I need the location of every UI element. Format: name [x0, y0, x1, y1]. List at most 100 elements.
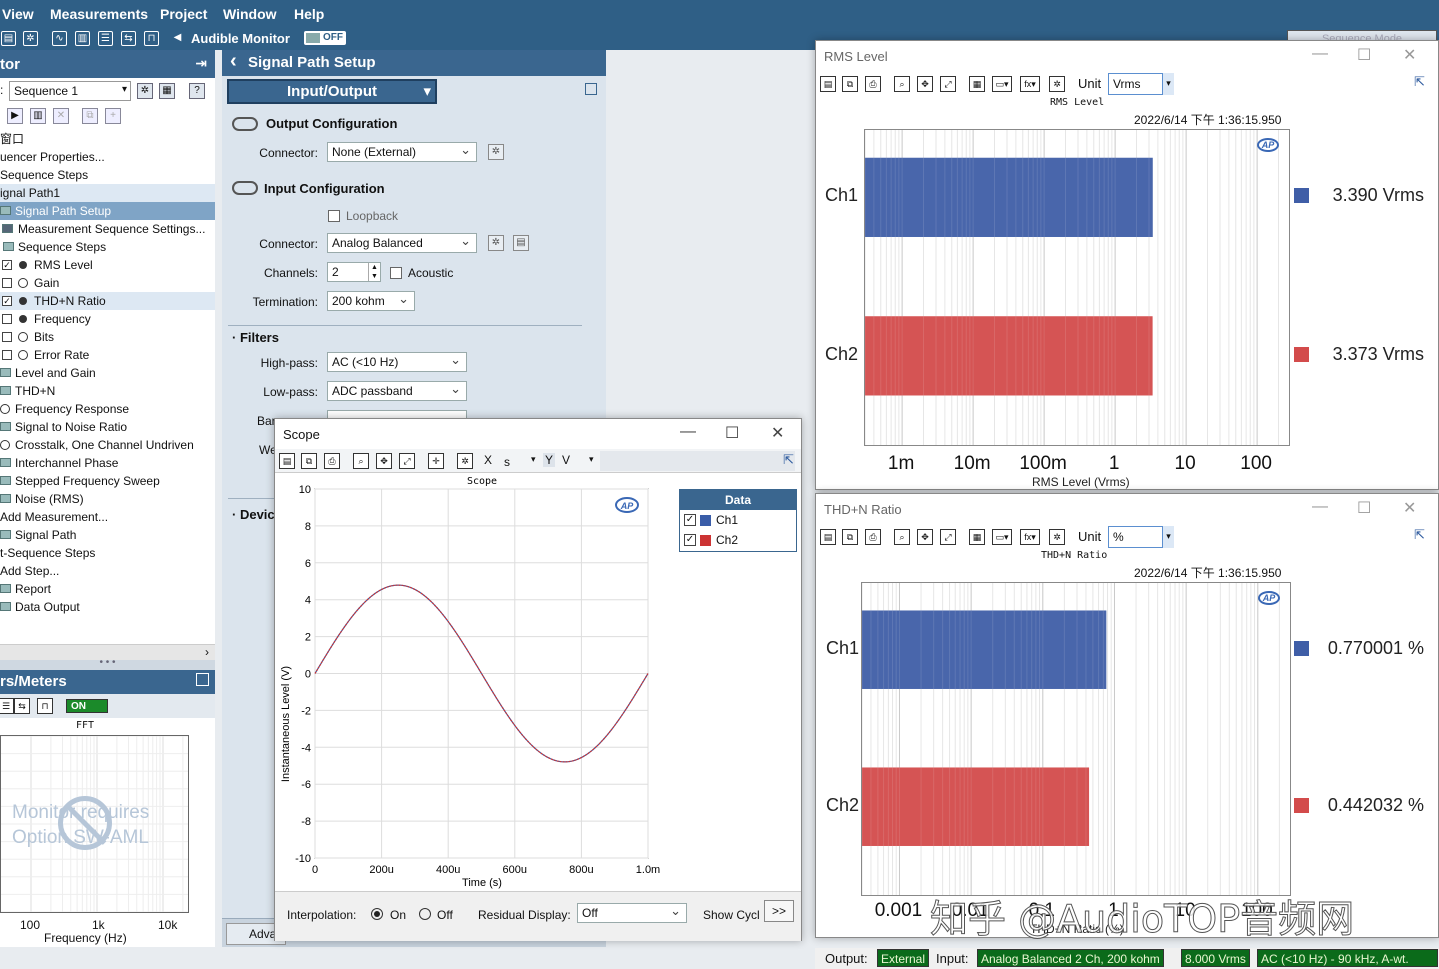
- table-icon[interactable]: ▤: [513, 235, 529, 251]
- pan-icon[interactable]: ✥: [917, 529, 933, 545]
- print-icon[interactable]: ⎙: [865, 76, 881, 92]
- step-checkbox[interactable]: [2, 332, 12, 342]
- zoom-icon[interactable]: ⌕: [894, 529, 910, 545]
- table-icon[interactable]: ▦: [969, 529, 985, 545]
- device-title[interactable]: · Devic: [232, 507, 275, 522]
- scroll-right-icon[interactable]: ›: [205, 645, 209, 659]
- tree-item[interactable]: Add Step...: [0, 562, 215, 580]
- menu-window[interactable]: Window: [223, 6, 277, 22]
- step-checkbox[interactable]: [2, 314, 12, 324]
- bars-icon[interactable]: ▥: [75, 31, 90, 46]
- list-icon[interactable]: ☰: [98, 31, 113, 46]
- meters-toggle[interactable]: ON: [66, 699, 108, 713]
- legend-checkbox[interactable]: ✓: [684, 534, 696, 546]
- popout-icon[interactable]: [196, 673, 209, 686]
- minimize-icon[interactable]: —: [1312, 498, 1328, 516]
- minimize-icon[interactable]: —: [680, 423, 696, 441]
- fit-icon[interactable]: ⤢: [940, 529, 956, 545]
- run-icon[interactable]: ▶: [7, 108, 23, 124]
- add-icon[interactable]: +: [105, 108, 121, 124]
- popout-icon[interactable]: ⇱: [1414, 74, 1425, 90]
- sequence-select[interactable]: Sequence 1: [9, 81, 131, 101]
- save-icon[interactable]: ▤: [279, 453, 295, 469]
- pan-icon[interactable]: ✥: [917, 76, 933, 92]
- lowpass-select[interactable]: ADC passband: [327, 381, 467, 401]
- function-icon[interactable]: fx▾: [1020, 529, 1040, 545]
- chevron-down-icon[interactable]: ▾: [531, 454, 536, 465]
- transfer-icon[interactable]: ⇆: [14, 698, 30, 714]
- tree-item[interactable]: Gain: [0, 274, 215, 292]
- transfer-icon[interactable]: ⇆: [121, 31, 136, 46]
- fit-icon[interactable]: ⤢: [940, 76, 956, 92]
- tree-item[interactable]: t-Sequence Steps: [0, 544, 215, 562]
- close-icon[interactable]: ✕: [1403, 498, 1416, 518]
- tree-item[interactable]: Signal Path: [0, 526, 215, 544]
- step-checkbox[interactable]: ✓: [2, 260, 12, 270]
- termination-select[interactable]: 200 kohm: [327, 291, 415, 311]
- save-icon[interactable]: ▤: [1, 31, 16, 46]
- pin-icon[interactable]: ⇥: [195, 55, 207, 72]
- unit-select[interactable]: %: [1108, 526, 1174, 548]
- tree-item[interactable]: Frequency: [0, 310, 215, 328]
- tree-item[interactable]: Signal Path Setup: [0, 202, 215, 220]
- menu-view[interactable]: View: [2, 6, 34, 22]
- io-mode-select[interactable]: Input/Output: [227, 79, 437, 104]
- legend-item-ch2[interactable]: ✓ Ch2: [680, 530, 796, 550]
- pulse-icon[interactable]: ⊓: [37, 698, 53, 714]
- interp-on-radio[interactable]: [371, 908, 383, 920]
- step-checkbox[interactable]: [2, 350, 12, 360]
- function-icon[interactable]: fx▾: [1020, 76, 1040, 92]
- tree-item[interactable]: Interchannel Phase: [0, 454, 215, 472]
- more-button[interactable]: >>: [764, 900, 794, 922]
- copy-icon[interactable]: ⧉: [301, 453, 317, 469]
- step-checkbox[interactable]: ✓: [2, 296, 12, 306]
- zoom-icon[interactable]: ⌕: [353, 453, 369, 469]
- maximize-icon[interactable]: ☐: [1357, 498, 1371, 518]
- list-icon[interactable]: ☰: [0, 698, 14, 714]
- tree-item[interactable]: Stepped Frequency Sweep: [0, 472, 215, 490]
- level-status[interactable]: 8.000 Vrms: [1181, 949, 1250, 967]
- tree-item[interactable]: Frequency Response: [0, 400, 215, 418]
- copy-icon[interactable]: ⧉: [82, 108, 98, 124]
- tree-item[interactable]: Level and Gain: [0, 364, 215, 382]
- residual-select[interactable]: Off: [577, 903, 687, 923]
- tree-item[interactable]: Measurement Sequence Settings...: [0, 220, 215, 238]
- input-connector-select[interactable]: Analog Balanced: [327, 233, 477, 253]
- tree-item[interactable]: ✓ RMS Level: [0, 256, 215, 274]
- chevron-down-icon[interactable]: ▾: [589, 454, 594, 465]
- legend-checkbox[interactable]: ✓: [684, 514, 696, 526]
- popout-icon[interactable]: ⇱: [1414, 527, 1425, 543]
- menu-help[interactable]: Help: [294, 6, 324, 22]
- gear-icon[interactable]: ✲: [457, 453, 473, 469]
- waveform-icon[interactable]: ∿: [52, 31, 67, 46]
- menu-project[interactable]: Project: [160, 6, 207, 22]
- menu-measurements[interactable]: Measurements: [50, 6, 148, 22]
- delete-icon[interactable]: ✕: [53, 108, 69, 124]
- tree-item[interactable]: Error Rate: [0, 346, 215, 364]
- step-checkbox[interactable]: [2, 278, 12, 288]
- tree-item[interactable]: THD+N: [0, 382, 215, 400]
- table-icon[interactable]: ▦: [969, 76, 985, 92]
- audible-monitor-toggle[interactable]: OFF: [304, 31, 346, 45]
- chart-icon[interactable]: ▥: [30, 108, 46, 124]
- filters-title[interactable]: · Filters: [232, 330, 279, 345]
- print-icon[interactable]: ⎙: [324, 453, 340, 469]
- pulse-icon[interactable]: ⊓: [144, 31, 159, 46]
- panel-splitter[interactable]: • • •: [0, 658, 215, 670]
- gear-icon[interactable]: ✲: [137, 83, 153, 99]
- save-icon[interactable]: ▤: [820, 529, 836, 545]
- properties-icon[interactable]: ▦: [159, 83, 175, 99]
- tree-item[interactable]: Data Output: [0, 598, 215, 616]
- filter-status[interactable]: AC (<10 Hz) - 90 kHz, A-wt.: [1257, 949, 1438, 967]
- tree-item[interactable]: Crosstalk, One Channel Undriven: [0, 436, 215, 454]
- gear-icon[interactable]: ✲: [1049, 76, 1065, 92]
- output-status[interactable]: External: [877, 949, 930, 967]
- copy-icon[interactable]: ⧉: [842, 76, 858, 92]
- gear-icon[interactable]: ✲: [488, 235, 504, 251]
- channels-stepper[interactable]: 2 ▲ ▼: [327, 262, 381, 282]
- tree-item[interactable]: uencer Properties...: [0, 148, 215, 166]
- maximize-icon[interactable]: ☐: [1357, 45, 1371, 65]
- tree-item[interactable]: ignal Path1: [0, 184, 215, 202]
- tree-item[interactable]: Sequence Steps: [0, 166, 215, 184]
- pan-icon[interactable]: ✥: [376, 453, 392, 469]
